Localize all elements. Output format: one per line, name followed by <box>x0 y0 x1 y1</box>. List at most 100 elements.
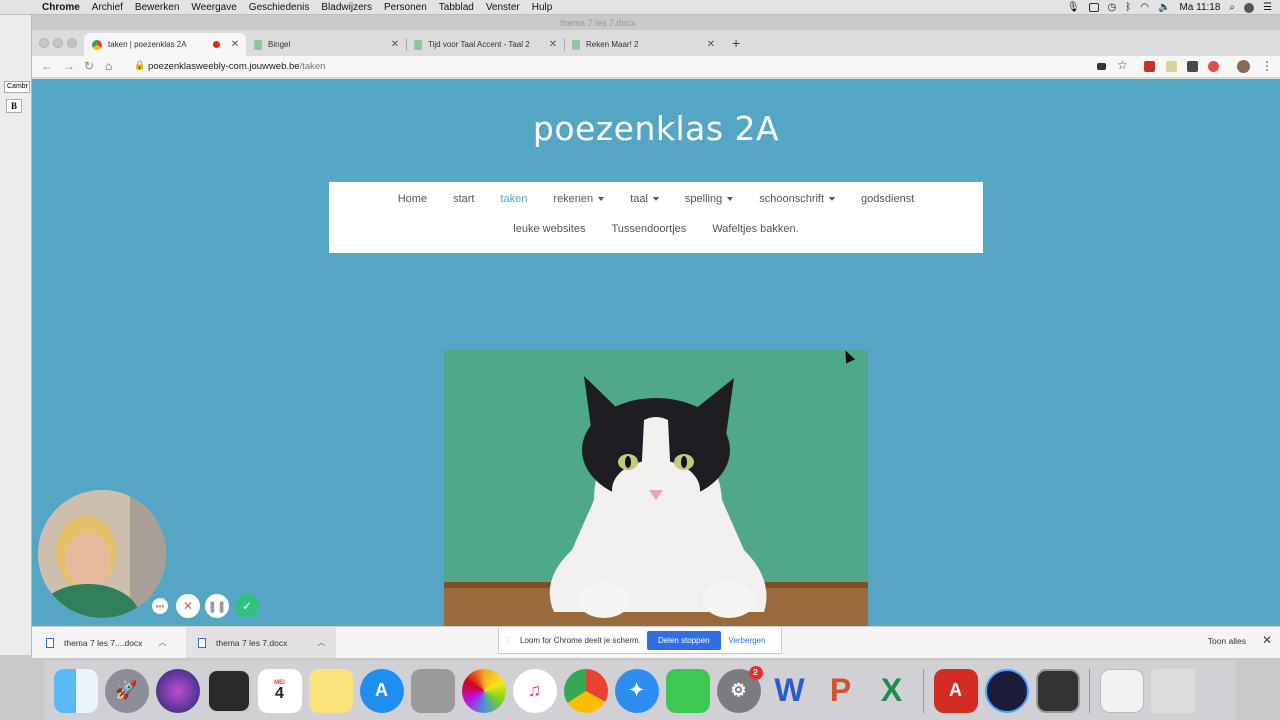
chrome-icon[interactable] <box>563 668 608 713</box>
tab-title: Bingel <box>268 40 291 49</box>
mission-control-icon[interactable] <box>206 668 251 713</box>
menu-item-archief[interactable]: Archief <box>86 2 129 13</box>
font-name-field[interactable]: Cambr <box>4 81 30 93</box>
grammar-extension-icon[interactable] <box>1187 61 1198 72</box>
menu-item-personen[interactable]: Personen <box>378 2 433 13</box>
close-tab-icon[interactable]: ✕ <box>704 39 718 50</box>
chevron-up-icon[interactable]: ︿ <box>158 637 166 648</box>
bookmark-star-icon[interactable]: ☆ <box>1117 58 1128 72</box>
tab-reken-maar[interactable]: Reken Maar! 2 ✕ <box>564 33 722 56</box>
microphone-icon[interactable]: 🎙 <box>1067 2 1080 13</box>
photos-icon[interactable] <box>461 668 506 713</box>
loom-extension-icon[interactable] <box>1208 61 1219 72</box>
shield-extension-icon[interactable] <box>1144 61 1155 72</box>
nav-tussendoortjes[interactable]: Tussendoortjes <box>598 223 699 235</box>
menu-item-bewerken[interactable]: Bewerken <box>129 2 185 13</box>
launchpad-icon[interactable]: 🚀 <box>104 668 149 713</box>
nav-schoonschrift[interactable]: schoonschrift <box>746 193 848 205</box>
menu-item-geschiedenis[interactable]: Geschiedenis <box>243 2 316 13</box>
volume-icon[interactable]: 🔈 <box>1158 2 1170 13</box>
tab-bingel[interactable]: Bingel ✕ <box>246 33 407 56</box>
downloads-stack-icon[interactable] <box>1099 668 1144 713</box>
notes-icon[interactable] <box>308 668 353 713</box>
wifi-icon[interactable]: ◠ <box>1140 2 1149 13</box>
powerpoint-icon[interactable]: P <box>819 669 863 713</box>
menu-item-venster[interactable]: Venster <box>480 2 526 13</box>
bluetooth-icon[interactable]: ᛒ <box>1125 2 1131 13</box>
zoom-window-button[interactable] <box>67 38 77 48</box>
nav-taal[interactable]: taal <box>617 193 672 205</box>
time-machine-icon[interactable]: ◷ <box>1108 2 1117 13</box>
tab-taken[interactable]: taken | poezenklas 2A ✕ <box>84 33 246 56</box>
nav-start[interactable]: start <box>440 193 487 205</box>
cat-photo <box>444 350 868 658</box>
minimize-window-button[interactable] <box>53 38 63 48</box>
cat-illustration <box>444 350 868 658</box>
close-tab-icon[interactable]: ✕ <box>228 39 242 50</box>
download-item-2[interactable]: thema 7 les 7.docx ︿ <box>186 627 336 658</box>
menu-item-bladwijzers[interactable]: Bladwijzers <box>315 2 378 13</box>
excel-icon[interactable]: X <box>870 669 914 713</box>
music-app-icon[interactable] <box>984 668 1029 713</box>
trash-icon[interactable] <box>1150 668 1195 713</box>
photo-slideshow-icon[interactable] <box>1035 668 1080 713</box>
acrobat-icon[interactable]: A <box>933 668 978 713</box>
menu-item-tabblad[interactable]: Tabblad <box>433 2 480 13</box>
reload-icon[interactable]: ↻ <box>84 59 94 73</box>
menu-item-hulp[interactable]: Hulp <box>526 2 559 13</box>
new-tab-button[interactable]: + <box>732 35 740 51</box>
camera-extension-icon[interactable] <box>1097 63 1106 70</box>
loom-more-options-button[interactable]: ••• <box>152 598 168 614</box>
nav-home[interactable]: Home <box>385 193 440 205</box>
safari-icon[interactable]: ✦ <box>614 668 659 713</box>
notification-center-icon[interactable]: ☰ <box>1263 2 1272 13</box>
siri-icon[interactable] <box>1244 2 1255 13</box>
nav-taken[interactable]: taken <box>487 193 540 205</box>
menu-app-name[interactable]: Chrome <box>36 2 86 13</box>
download-item-1[interactable]: thema 7 les 7....docx ︿ <box>46 627 186 658</box>
close-tab-icon[interactable]: ✕ <box>546 39 560 50</box>
drag-handle-icon[interactable]: ⋮ <box>504 636 512 645</box>
calendar-icon[interactable]: MEI 4 <box>257 668 302 713</box>
highlighter-extension-icon[interactable] <box>1166 61 1177 72</box>
loom-webcam-bubble[interactable] <box>38 490 166 618</box>
nav-rekenen[interactable]: rekenen <box>540 193 617 205</box>
nav-godsdienst[interactable]: godsdienst <box>848 193 927 205</box>
chevron-up-icon[interactable]: ︿ <box>317 637 325 648</box>
url-host: poezenklasweebly-com.jouwweb.be <box>148 61 300 72</box>
forward-arrow-icon[interactable]: → <box>63 59 75 73</box>
nav-leuke-websites[interactable]: leuke websites <box>500 223 598 235</box>
back-arrow-icon[interactable]: ← <box>41 59 53 73</box>
close-window-button[interactable] <box>39 38 49 48</box>
app-store-icon[interactable]: A <box>359 668 404 713</box>
lock-icon[interactable]: 🔒 <box>134 60 145 71</box>
show-all-downloads-button[interactable]: Toon alles <box>1208 636 1246 646</box>
loom-pause-button[interactable]: ❚❚ <box>205 594 229 618</box>
calculator-icon[interactable] <box>410 668 455 713</box>
facetime-icon[interactable] <box>665 668 710 713</box>
nav-spelling[interactable]: spelling <box>672 193 746 205</box>
nav-wafeltjes-bakken[interactable]: Wafeltjes bakken. <box>699 223 811 235</box>
loom-cancel-button[interactable]: ✕ <box>176 594 200 618</box>
bold-button[interactable]: B <box>6 99 22 113</box>
site-title[interactable]: poezenklas 2A <box>32 109 1280 148</box>
profile-avatar[interactable] <box>1237 60 1250 73</box>
loom-finish-button[interactable]: ✓ <box>235 594 259 618</box>
finder-icon[interactable] <box>53 668 98 713</box>
menu-item-weergave[interactable]: Weergave <box>185 2 242 13</box>
home-icon[interactable]: ⌂ <box>105 59 112 73</box>
camera-icon[interactable] <box>1088 3 1099 12</box>
system-preferences-icon[interactable]: ⚙ 2 <box>716 665 763 713</box>
itunes-icon[interactable]: ♫ <box>512 668 557 713</box>
tab-taal-accent[interactable]: Tijd voor Taal Accent - Taal 2 ✕ <box>406 33 565 56</box>
stop-sharing-button[interactable]: Delen stoppen <box>646 630 721 650</box>
close-downloads-bar-icon[interactable]: ✕ <box>1262 633 1272 647</box>
word-icon[interactable]: W <box>768 669 812 713</box>
close-tab-icon[interactable]: ✕ <box>388 39 402 50</box>
siri-icon[interactable] <box>155 668 200 713</box>
clock[interactable]: Ma 11:18 <box>1179 2 1220 13</box>
hide-banner-button[interactable]: Verbergen <box>729 636 766 645</box>
spotlight-search-icon[interactable]: ⌕ <box>1229 2 1235 13</box>
address-bar[interactable]: poezenklasweebly-com.jouwweb.be/taken <box>148 61 325 72</box>
browser-menu-icon[interactable]: ⋮ <box>1261 59 1273 73</box>
